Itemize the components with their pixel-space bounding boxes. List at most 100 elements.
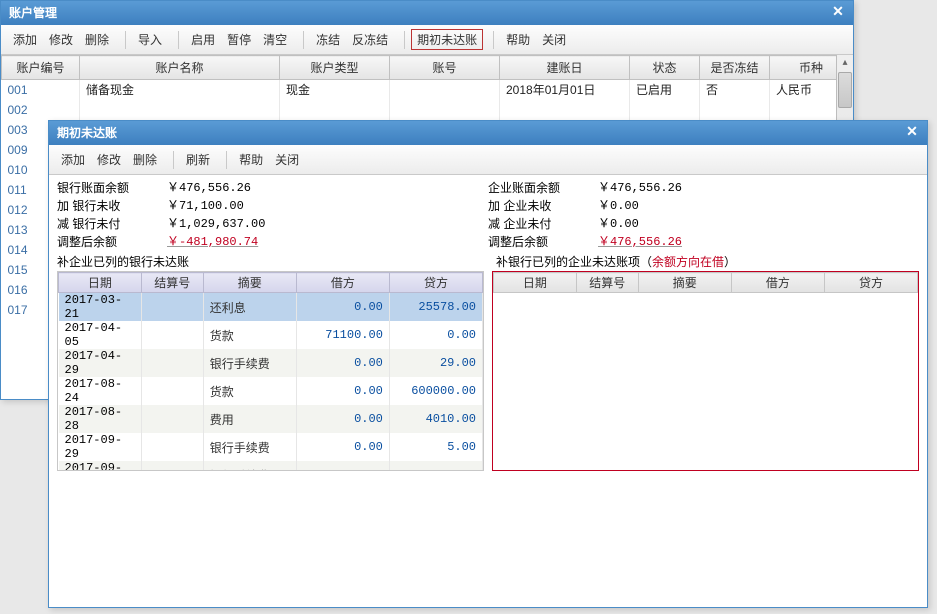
tb-add[interactable]: 添加 bbox=[55, 149, 91, 170]
cell bbox=[80, 100, 280, 120]
cell: 已启用 bbox=[630, 80, 700, 100]
enterprise-outstanding-table[interactable]: 日期 结算号 摘要 借方 贷方 bbox=[493, 272, 918, 293]
close-icon[interactable]: ✕ bbox=[829, 3, 847, 21]
cell: 29.00 bbox=[389, 349, 482, 377]
col-account-type[interactable]: 账户类型 bbox=[280, 56, 390, 80]
table-row[interactable]: 2017-04-05货款71100.000.00 bbox=[59, 321, 483, 349]
cell: 0.00 bbox=[296, 293, 389, 322]
tb-help[interactable]: 帮助 bbox=[233, 149, 269, 170]
table-row[interactable]: 001储备现金现金2018年01月01日已启用否人民币 bbox=[2, 80, 853, 100]
col-account-name[interactable]: 账户名称 bbox=[80, 56, 280, 80]
col-credit[interactable]: 贷方 bbox=[824, 273, 917, 293]
balance-direction-note: 余额方向在借 bbox=[652, 255, 724, 269]
win2-titlebar[interactable]: 期初未达账 ✕ bbox=[49, 121, 927, 145]
win1-toolbar: 添加 修改 删除 导入 启用 暂停 清空 冻结 反冻结 期初未达账 帮助 关闭 bbox=[1, 25, 853, 55]
cell bbox=[390, 80, 500, 100]
summary-left: 银行账面余额￥476,556.26加 银行未收￥71,100.00减 银行未付￥… bbox=[57, 179, 488, 251]
cell: 2017-09-29 bbox=[59, 461, 142, 471]
col-account-no[interactable]: 账号 bbox=[390, 56, 500, 80]
col-frozen[interactable]: 是否冻结 bbox=[700, 56, 770, 80]
cell: 0.00 bbox=[296, 461, 389, 471]
tb-refresh[interactable]: 刷新 bbox=[180, 149, 216, 170]
summary-label: 加 银行未收 bbox=[57, 197, 167, 215]
tables-row: 日期 结算号 摘要 借方 贷方 2017-03-21还利息0.0025578.0… bbox=[49, 271, 927, 479]
col-settle-no[interactable]: 结算号 bbox=[576, 273, 638, 293]
col-summary[interactable]: 摘要 bbox=[203, 273, 296, 293]
summary-value: ￥476,556.26 bbox=[598, 179, 718, 197]
tb-pause[interactable]: 暂停 bbox=[221, 29, 257, 50]
tb-close[interactable]: 关闭 bbox=[269, 149, 305, 170]
col-debit[interactable]: 借方 bbox=[296, 273, 389, 293]
toolbar-separator bbox=[173, 151, 174, 169]
cell: 002 bbox=[2, 100, 80, 120]
summary-label: 减 企业未付 bbox=[488, 215, 598, 233]
tb-delete[interactable]: 删除 bbox=[127, 149, 163, 170]
table-row[interactable]: 002 bbox=[2, 100, 853, 120]
table-row[interactable]: 2017-08-24货款0.00600000.00 bbox=[59, 377, 483, 405]
table-row[interactable]: 2017-03-21还利息0.0025578.00 bbox=[59, 293, 483, 322]
cell bbox=[700, 100, 770, 120]
cell: 储备现金 bbox=[80, 80, 280, 100]
table-row[interactable]: 2017-09-29银行手续费0.005.00 bbox=[59, 433, 483, 461]
table-row[interactable]: 2017-08-28费用0.004010.00 bbox=[59, 405, 483, 433]
col-account-id[interactable]: 账户编号 bbox=[2, 56, 80, 80]
summary-row: 加 银行未收￥71,100.00 bbox=[57, 197, 488, 215]
summary-label: 调整后余额 bbox=[57, 233, 167, 251]
tb-freeze[interactable]: 冻结 bbox=[310, 29, 346, 50]
col-date[interactable]: 日期 bbox=[494, 273, 577, 293]
table-row[interactable]: 2017-09-29银行手续费0.0015.00 bbox=[59, 461, 483, 471]
col-date[interactable]: 日期 bbox=[59, 273, 142, 293]
cell: 2017-04-05 bbox=[59, 321, 142, 349]
tb-delete[interactable]: 删除 bbox=[79, 29, 115, 50]
cell: 71100.00 bbox=[296, 321, 389, 349]
summary-value: ￥-481,980.74 bbox=[167, 233, 287, 251]
summary-label: 企业账面余额 bbox=[488, 179, 598, 197]
left-table-wrap: 日期 结算号 摘要 借方 贷方 2017-03-21还利息0.0025578.0… bbox=[57, 271, 484, 471]
cell: 0.00 bbox=[296, 433, 389, 461]
cell bbox=[141, 293, 203, 322]
cell: 货款 bbox=[203, 321, 296, 349]
win1-titlebar[interactable]: 账户管理 ✕ bbox=[1, 1, 853, 25]
bank-outstanding-table[interactable]: 日期 结算号 摘要 借方 贷方 2017-03-21还利息0.0025578.0… bbox=[58, 272, 483, 471]
scroll-thumb[interactable] bbox=[838, 72, 852, 108]
close-icon[interactable]: ✕ bbox=[903, 123, 921, 141]
scroll-up-icon[interactable]: ▴ bbox=[837, 55, 853, 71]
cell: 0.00 bbox=[296, 377, 389, 405]
tb-edit[interactable]: 修改 bbox=[43, 29, 79, 50]
summary-panel: 银行账面余额￥476,556.26加 银行未收￥71,100.00减 银行未付￥… bbox=[49, 175, 927, 253]
cell: 2017-08-24 bbox=[59, 377, 142, 405]
col-create-date[interactable]: 建账日 bbox=[500, 56, 630, 80]
toolbar-separator bbox=[493, 31, 494, 49]
col-status[interactable]: 状态 bbox=[630, 56, 700, 80]
col-debit[interactable]: 借方 bbox=[731, 273, 824, 293]
col-settle-no[interactable]: 结算号 bbox=[141, 273, 203, 293]
tb-clear[interactable]: 清空 bbox=[257, 29, 293, 50]
summary-row: 加 企业未收￥0.00 bbox=[488, 197, 919, 215]
tb-edit[interactable]: 修改 bbox=[91, 149, 127, 170]
accounts-header-row: 账户编号 账户名称 账户类型 账号 建账日 状态 是否冻结 币种 bbox=[2, 56, 853, 80]
tb-add[interactable]: 添加 bbox=[7, 29, 43, 50]
tb-help[interactable]: 帮助 bbox=[500, 29, 536, 50]
summary-row: 调整后余额￥-481,980.74 bbox=[57, 233, 488, 251]
tb-import[interactable]: 导入 bbox=[132, 29, 168, 50]
tb-initial-outstanding[interactable]: 期初未达账 bbox=[411, 29, 483, 50]
summary-value: ￥0.00 bbox=[598, 215, 718, 233]
cell: 0.00 bbox=[296, 405, 389, 433]
cell: 5.00 bbox=[389, 433, 482, 461]
tb-enable[interactable]: 启用 bbox=[185, 29, 221, 50]
summary-row: 减 企业未付￥0.00 bbox=[488, 215, 919, 233]
cell bbox=[141, 377, 203, 405]
col-summary[interactable]: 摘要 bbox=[638, 273, 731, 293]
cell: 600000.00 bbox=[389, 377, 482, 405]
cell: 25578.00 bbox=[389, 293, 482, 322]
tb-unfreeze[interactable]: 反冻结 bbox=[346, 29, 394, 50]
cell: 2017-04-29 bbox=[59, 349, 142, 377]
cell: 0.00 bbox=[296, 349, 389, 377]
cell: 2017-09-29 bbox=[59, 433, 142, 461]
col-credit[interactable]: 贷方 bbox=[389, 273, 482, 293]
tb-close[interactable]: 关闭 bbox=[536, 29, 572, 50]
cell: 2017-08-28 bbox=[59, 405, 142, 433]
table-row[interactable]: 2017-04-29银行手续费0.0029.00 bbox=[59, 349, 483, 377]
outstanding-window: 期初未达账 ✕ 添加 修改 删除 刷新 帮助 关闭 银行账面余额￥476,556… bbox=[48, 120, 928, 608]
toolbar-separator bbox=[226, 151, 227, 169]
